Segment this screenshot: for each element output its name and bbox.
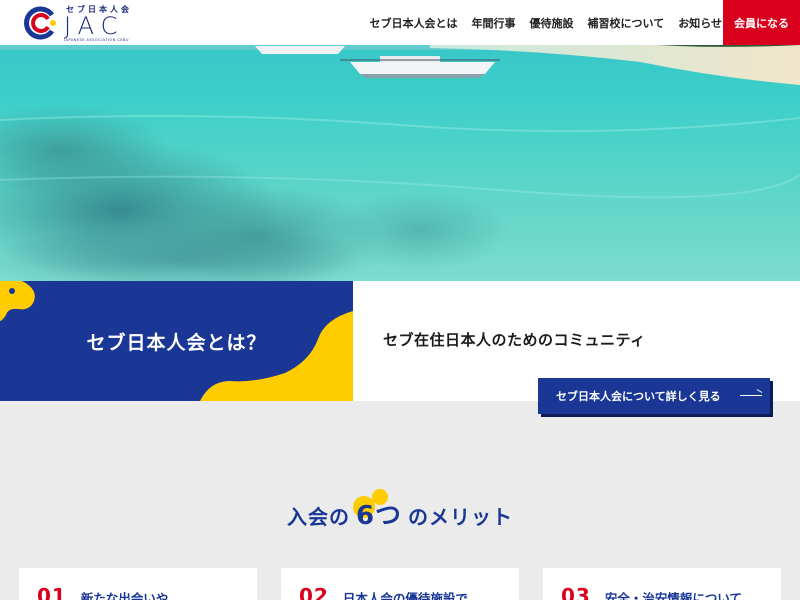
merit-card-title: 新たな出会いや: [80, 591, 169, 600]
merit-card-title: 安全・治安情報について: [604, 591, 742, 600]
site-header: セブ日本人会 JAC JAPANESE ASSOCIATION CEBU セブ日…: [0, 0, 800, 45]
logo-abbreviation: JAC: [64, 12, 125, 40]
about-title: セブ日本人会とは？: [86, 331, 267, 354]
merit-card-number: 02: [299, 584, 329, 600]
merits-title-suffix: のメリット: [408, 505, 514, 529]
about-section-panel: セブ日本人会とは？: [0, 281, 353, 401]
nav-item-news[interactable]: お知らせ: [678, 15, 722, 31]
about-content: セブ在住日本人のためのコミュニティ セブ日本人会について詳しく見る: [353, 281, 800, 414]
merits-section: 入会の 6つ のメリット 01 新たな出会いや 02 日本人会の優待施設で 03 安…: [0, 401, 800, 600]
jac-logo-icon: [24, 6, 56, 40]
merits-title-number-wrap: 6つ: [352, 489, 403, 532]
merit-card-title: 日本人会の優待施設で: [342, 591, 468, 600]
nav-item-events[interactable]: 年間行事: [472, 15, 516, 31]
about-tagline: セブ在住日本人のためのコミュニティ: [383, 331, 646, 349]
merit-card[interactable]: 03 安全・治安情報について: [543, 568, 781, 600]
merits-title-prefix: 入会の: [286, 505, 350, 529]
arrow-right-icon: [740, 395, 762, 396]
about-more-label: セブ日本人会について詳しく見る: [556, 390, 721, 403]
merit-card-number: 03: [561, 584, 591, 600]
site-logo[interactable]: セブ日本人会 JAC JAPANESE ASSOCIATION CEBU: [22, 4, 132, 42]
merits-title: 入会の 6つ のメリット: [0, 489, 800, 532]
join-button[interactable]: 会員になる: [723, 0, 800, 45]
merit-card-number: 01: [37, 584, 67, 600]
nav-item-about[interactable]: セブ日本人会とは: [370, 15, 458, 31]
main-nav: セブ日本人会とは 年間行事 優待施設 補習校について お知らせ: [356, 0, 722, 45]
about-more-button[interactable]: セブ日本人会について詳しく見る: [538, 378, 770, 414]
merit-card[interactable]: 01 新たな出会いや: [19, 568, 257, 600]
merit-card[interactable]: 02 日本人会の優待施設で: [281, 568, 519, 600]
nav-item-benefits[interactable]: 優待施設: [530, 15, 574, 31]
logo-english-name: JAPANESE ASSOCIATION CEBU: [64, 38, 129, 42]
merits-title-number: 6つ: [355, 501, 403, 531]
nav-item-school[interactable]: 補習校について: [588, 15, 665, 31]
